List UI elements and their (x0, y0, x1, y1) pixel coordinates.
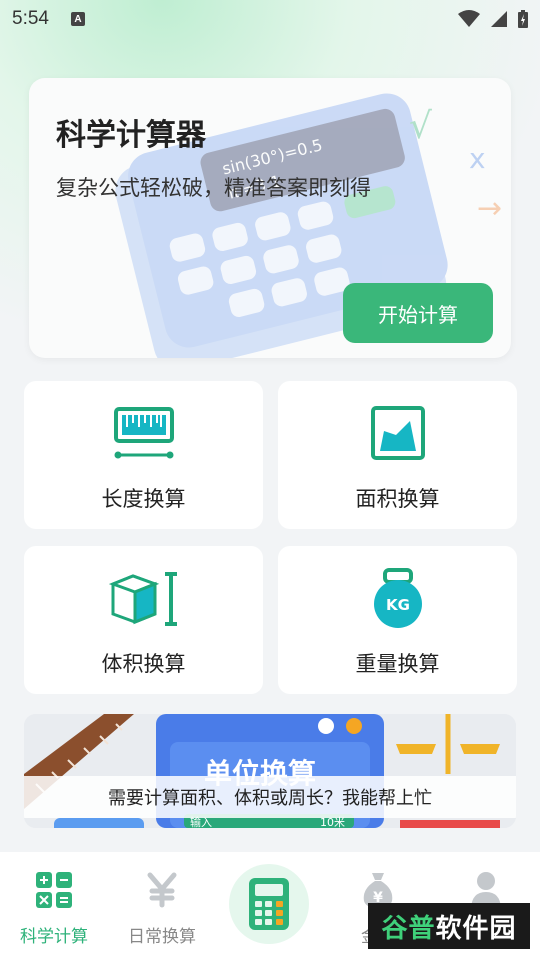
hero-title: 科学计算器 (56, 118, 206, 153)
tool-weight-conversion[interactable]: KG 重量换算 (278, 546, 517, 694)
hero-subtitle: 复杂公式轻松破，精准答案即刻得 (56, 176, 371, 200)
signal-icon (491, 11, 507, 27)
area-icon (370, 403, 426, 463)
calculator-icon (249, 878, 289, 930)
ruler-icon (113, 403, 175, 463)
notification-icon: A (70, 12, 85, 26)
wifi-icon (458, 10, 480, 27)
nav-label: 科学计算 (20, 927, 88, 947)
nav-label: 日常换算 (128, 927, 196, 947)
weight-icon-text: KG (386, 596, 410, 614)
tool-label: 重量换算 (355, 652, 440, 676)
nav-center-calculator-button[interactable] (229, 864, 309, 944)
watermark-logo: 谷普 软件园 (368, 903, 530, 949)
tool-area-conversion[interactable]: 面积换算 (278, 381, 517, 529)
weight-icon: KG (370, 568, 426, 628)
svg-text:x: x (469, 142, 486, 175)
nav-tab-scientific[interactable]: 科学计算 (0, 852, 108, 960)
status-icons (458, 10, 528, 28)
svg-text:→: → (477, 191, 502, 226)
tool-label: 长度换算 (101, 487, 186, 511)
status-bar: 5:54 A (0, 0, 540, 38)
cube-icon (108, 568, 179, 628)
tool-label: 面积换算 (355, 487, 440, 511)
watermark-part1: 谷普 (381, 913, 436, 944)
start-calculation-button[interactable]: 开始计算 (343, 283, 493, 343)
tool-volume-conversion[interactable]: 体积换算 (24, 546, 263, 694)
calculator-grid-icon (34, 870, 74, 910)
status-time: 5:54 (12, 8, 49, 29)
tool-length-conversion[interactable]: 长度换算 (24, 381, 263, 529)
battery-icon (518, 10, 528, 28)
unit-conversion-banner[interactable]: 单位换算 输入 10米 需要计算面积、体积或周长？我能帮上忙 (24, 714, 516, 828)
nav-tab-daily-conversion[interactable]: 日常换算 (108, 852, 216, 960)
yen-icon (142, 870, 182, 910)
svg-text:√: √ (409, 106, 432, 147)
tool-label: 体积换算 (101, 652, 186, 676)
watermark-part2: 软件园 (435, 913, 517, 944)
calculator-hero-card[interactable]: sin(30°)=0.5 π =3.1 √ x → 科学计算器 复杂公式轻松破，… (29, 78, 511, 358)
banner-caption: 需要计算面积、体积或周长？我能帮上忙 (24, 776, 516, 818)
